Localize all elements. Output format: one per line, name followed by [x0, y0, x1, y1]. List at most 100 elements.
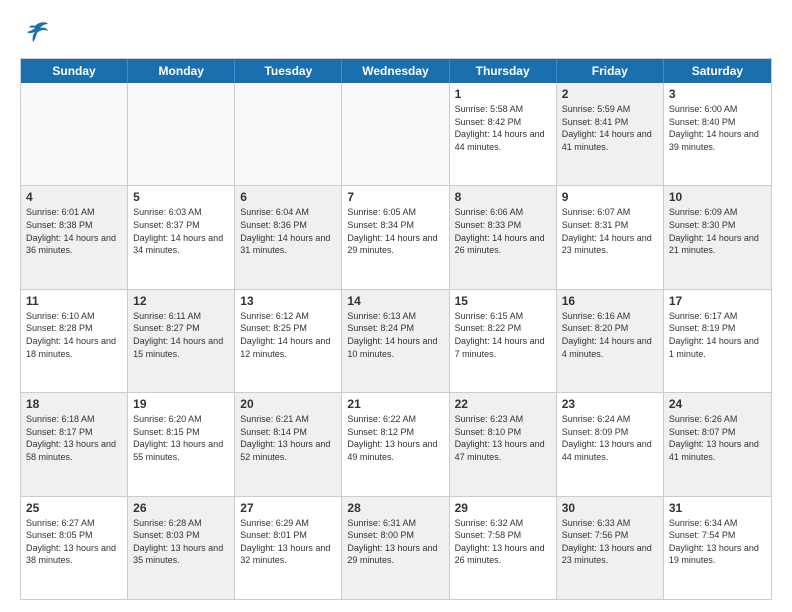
calendar-cell-empty-3 [342, 83, 449, 185]
calendar-cell-27: 27 Sunrise: 6:29 AM Sunset: 8:01 PM Dayli… [235, 497, 342, 599]
cell-info: Sunrise: 6:31 AM Sunset: 8:00 PM Dayligh… [347, 517, 443, 567]
cell-info: Sunrise: 6:00 AM Sunset: 8:40 PM Dayligh… [669, 103, 766, 153]
logo-icon [20, 18, 50, 48]
calendar-cell-11: 11 Sunrise: 6:10 AM Sunset: 8:28 PM Dayli… [21, 290, 128, 392]
calendar-cell-3: 3 Sunrise: 6:00 AM Sunset: 8:40 PM Daylig… [664, 83, 771, 185]
cell-info: Sunrise: 6:06 AM Sunset: 8:33 PM Dayligh… [455, 206, 551, 256]
cell-info: Sunrise: 6:13 AM Sunset: 8:24 PM Dayligh… [347, 310, 443, 360]
day-number: 25 [26, 501, 122, 515]
day-number: 6 [240, 190, 336, 204]
cell-info: Sunrise: 6:28 AM Sunset: 8:03 PM Dayligh… [133, 517, 229, 567]
day-number: 17 [669, 294, 766, 308]
day-number: 22 [455, 397, 551, 411]
calendar-cell-9: 9 Sunrise: 6:07 AM Sunset: 8:31 PM Daylig… [557, 186, 664, 288]
header-day-wednesday: Wednesday [342, 59, 449, 83]
day-number: 30 [562, 501, 658, 515]
page: SundayMondayTuesdayWednesdayThursdayFrid… [0, 0, 792, 612]
calendar-cell-10: 10Sunrise: 6:09 AM Sunset: 8:30 PM Dayli… [664, 186, 771, 288]
logo [20, 18, 54, 48]
day-number: 20 [240, 397, 336, 411]
calendar-row-0: 1Sunrise: 5:58 AM Sunset: 8:42 PM Daylig… [21, 83, 771, 185]
day-number: 19 [133, 397, 229, 411]
cell-info: Sunrise: 6:24 AM Sunset: 8:09 PM Dayligh… [562, 413, 658, 463]
calendar-body: 1Sunrise: 5:58 AM Sunset: 8:42 PM Daylig… [21, 83, 771, 599]
calendar-cell-15: 15 Sunrise: 6:15 AM Sunset: 8:22 PM Dayli… [450, 290, 557, 392]
header-day-friday: Friday [557, 59, 664, 83]
day-number: 18 [26, 397, 122, 411]
cell-info: Sunrise: 6:29 AM Sunset: 8:01 PM Dayligh… [240, 517, 336, 567]
calendar-cell-empty-0 [21, 83, 128, 185]
day-number: 5 [133, 190, 229, 204]
day-number: 9 [562, 190, 658, 204]
calendar-cell-5: 5 Sunrise: 6:03 AM Sunset: 8:37 PM Daylig… [128, 186, 235, 288]
calendar-cell-18: 18 Sunrise: 6:18 AM Sunset: 8:17 PM Dayli… [21, 393, 128, 495]
day-number: 31 [669, 501, 766, 515]
header-day-sunday: Sunday [21, 59, 128, 83]
day-number: 3 [669, 87, 766, 101]
calendar-cell-22: 22 Sunrise: 6:23 AM Sunset: 8:10 PM Dayli… [450, 393, 557, 495]
calendar-cell-25: 25Sunrise: 6:27 AM Sunset: 8:05 PM Dayli… [21, 497, 128, 599]
cell-info: Sunrise: 6:26 AM Sunset: 8:07 PM Dayligh… [669, 413, 766, 463]
day-number: 10 [669, 190, 766, 204]
calendar-cell-29: 29Sunrise: 6:32 AM Sunset: 7:58 PM Dayli… [450, 497, 557, 599]
calendar-cell-19: 19 Sunrise: 6:20 AM Sunset: 8:15 PM Dayli… [128, 393, 235, 495]
day-number: 7 [347, 190, 443, 204]
cell-info: Sunrise: 6:03 AM Sunset: 8:37 PM Dayligh… [133, 206, 229, 256]
calendar-cell-16: 16 Sunrise: 6:16 AM Sunset: 8:20 PM Dayli… [557, 290, 664, 392]
day-number: 21 [347, 397, 443, 411]
day-number: 11 [26, 294, 122, 308]
day-number: 15 [455, 294, 551, 308]
header-day-thursday: Thursday [450, 59, 557, 83]
calendar-row-3: 18 Sunrise: 6:18 AM Sunset: 8:17 PM Dayli… [21, 392, 771, 495]
cell-info: Sunrise: 6:12 AM Sunset: 8:25 PM Dayligh… [240, 310, 336, 360]
day-number: 12 [133, 294, 229, 308]
cell-info: Sunrise: 5:59 AM Sunset: 8:41 PM Dayligh… [562, 103, 658, 153]
calendar-row-2: 11 Sunrise: 6:10 AM Sunset: 8:28 PM Dayli… [21, 289, 771, 392]
calendar-cell-1: 1Sunrise: 5:58 AM Sunset: 8:42 PM Daylig… [450, 83, 557, 185]
cell-info: Sunrise: 6:34 AM Sunset: 7:54 PM Dayligh… [669, 517, 766, 567]
cell-info: Sunrise: 6:07 AM Sunset: 8:31 PM Dayligh… [562, 206, 658, 256]
calendar-cell-empty-1 [128, 83, 235, 185]
calendar-cell-7: 7 Sunrise: 6:05 AM Sunset: 8:34 PM Daylig… [342, 186, 449, 288]
day-number: 16 [562, 294, 658, 308]
calendar-cell-28: 28 Sunrise: 6:31 AM Sunset: 8:00 PM Dayli… [342, 497, 449, 599]
cell-info: Sunrise: 6:15 AM Sunset: 8:22 PM Dayligh… [455, 310, 551, 360]
calendar-cell-26: 26 Sunrise: 6:28 AM Sunset: 8:03 PM Dayli… [128, 497, 235, 599]
day-number: 4 [26, 190, 122, 204]
cell-info: Sunrise: 6:01 AM Sunset: 8:38 PM Dayligh… [26, 206, 122, 256]
calendar-row-4: 25Sunrise: 6:27 AM Sunset: 8:05 PM Dayli… [21, 496, 771, 599]
calendar: SundayMondayTuesdayWednesdayThursdayFrid… [20, 58, 772, 600]
cell-info: Sunrise: 6:11 AM Sunset: 8:27 PM Dayligh… [133, 310, 229, 360]
calendar-cell-13: 13 Sunrise: 6:12 AM Sunset: 8:25 PM Dayli… [235, 290, 342, 392]
day-number: 23 [562, 397, 658, 411]
calendar-row-1: 4 Sunrise: 6:01 AM Sunset: 8:38 PM Daylig… [21, 185, 771, 288]
calendar-cell-12: 12 Sunrise: 6:11 AM Sunset: 8:27 PM Dayli… [128, 290, 235, 392]
calendar-cell-6: 6 Sunrise: 6:04 AM Sunset: 8:36 PM Daylig… [235, 186, 342, 288]
day-number: 26 [133, 501, 229, 515]
header [20, 18, 772, 48]
header-day-saturday: Saturday [664, 59, 771, 83]
cell-info: Sunrise: 6:04 AM Sunset: 8:36 PM Dayligh… [240, 206, 336, 256]
day-number: 28 [347, 501, 443, 515]
calendar-cell-2: 2Sunrise: 5:59 AM Sunset: 8:41 PM Daylig… [557, 83, 664, 185]
cell-info: Sunrise: 6:05 AM Sunset: 8:34 PM Dayligh… [347, 206, 443, 256]
calendar-cell-8: 8 Sunrise: 6:06 AM Sunset: 8:33 PM Daylig… [450, 186, 557, 288]
header-day-monday: Monday [128, 59, 235, 83]
day-number: 13 [240, 294, 336, 308]
cell-info: Sunrise: 6:10 AM Sunset: 8:28 PM Dayligh… [26, 310, 122, 360]
calendar-cell-21: 21Sunrise: 6:22 AM Sunset: 8:12 PM Dayli… [342, 393, 449, 495]
calendar-cell-24: 24Sunrise: 6:26 AM Sunset: 8:07 PM Dayli… [664, 393, 771, 495]
calendar-header: SundayMondayTuesdayWednesdayThursdayFrid… [21, 59, 771, 83]
calendar-cell-20: 20Sunrise: 6:21 AM Sunset: 8:14 PM Dayli… [235, 393, 342, 495]
calendar-cell-empty-2 [235, 83, 342, 185]
day-number: 27 [240, 501, 336, 515]
day-number: 8 [455, 190, 551, 204]
cell-info: Sunrise: 6:20 AM Sunset: 8:15 PM Dayligh… [133, 413, 229, 463]
calendar-cell-14: 14 Sunrise: 6:13 AM Sunset: 8:24 PM Dayli… [342, 290, 449, 392]
cell-info: Sunrise: 6:23 AM Sunset: 8:10 PM Dayligh… [455, 413, 551, 463]
cell-info: Sunrise: 6:18 AM Sunset: 8:17 PM Dayligh… [26, 413, 122, 463]
day-number: 14 [347, 294, 443, 308]
cell-info: Sunrise: 6:16 AM Sunset: 8:20 PM Dayligh… [562, 310, 658, 360]
calendar-cell-4: 4 Sunrise: 6:01 AM Sunset: 8:38 PM Daylig… [21, 186, 128, 288]
calendar-cell-31: 31 Sunrise: 6:34 AM Sunset: 7:54 PM Dayli… [664, 497, 771, 599]
